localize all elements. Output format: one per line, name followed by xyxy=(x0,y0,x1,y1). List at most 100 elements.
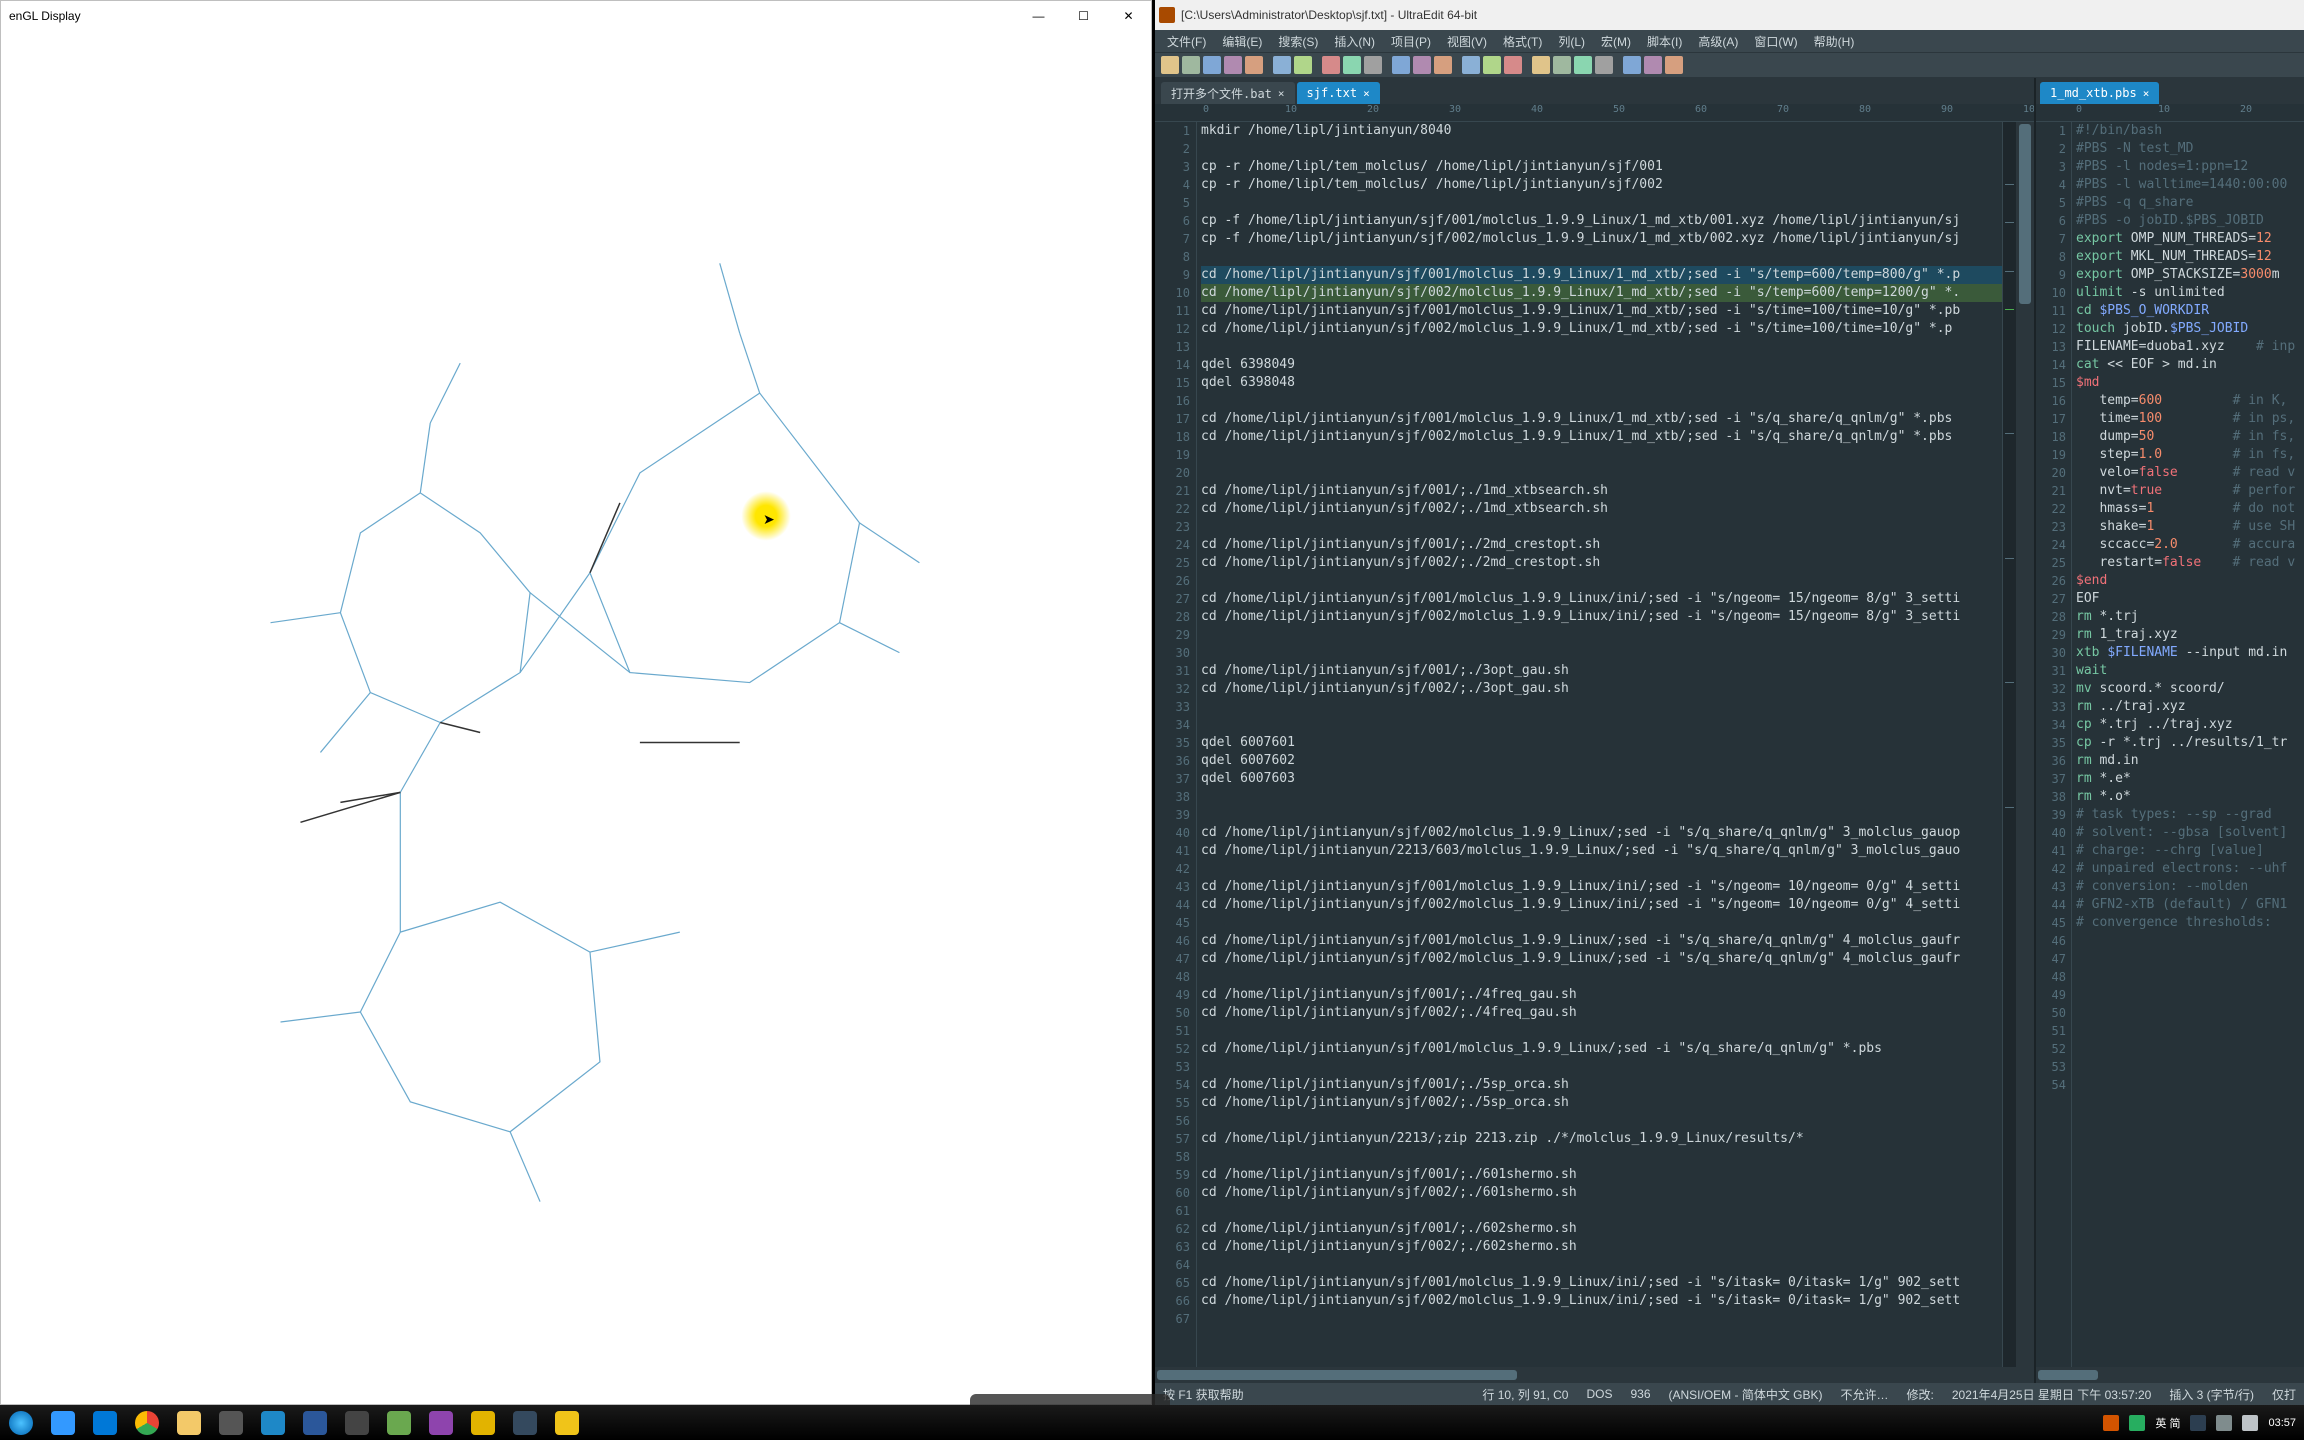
clock[interactable]: 03:57 xyxy=(2268,1417,2296,1429)
tray-icon[interactable] xyxy=(2190,1415,2206,1431)
menu-item[interactable]: 高级(A) xyxy=(1692,31,1744,52)
vscroll-left[interactable] xyxy=(2016,122,2034,1367)
editor-left-pane: 打开多个文件.bat× sjf.txt× 0102030405060708090… xyxy=(1155,78,2034,1383)
menu-item[interactable]: 项目(P) xyxy=(1385,31,1437,52)
toolbar-indent-icon[interactable] xyxy=(1574,56,1592,74)
menu-item[interactable]: 搜索(S) xyxy=(1272,31,1324,52)
tray-icon[interactable] xyxy=(2129,1415,2145,1431)
taskbar-app2-icon[interactable] xyxy=(252,1405,294,1440)
ue-app-icon xyxy=(1159,7,1175,23)
tray-volume-icon[interactable] xyxy=(2242,1415,2258,1431)
toolbar-copy-icon[interactable] xyxy=(1343,56,1361,74)
menu-item[interactable]: 帮助(H) xyxy=(1808,31,1861,52)
menu-item[interactable]: 窗口(W) xyxy=(1748,31,1803,52)
cursor-icon: ➤ xyxy=(763,511,775,528)
toolbar-open-icon[interactable] xyxy=(1182,56,1200,74)
code-right[interactable]: #!/bin/bash#PBS -N test_MD#PBS -l nodes=… xyxy=(2072,122,2304,1367)
tab-close-icon[interactable]: × xyxy=(1363,87,1370,100)
menu-item[interactable]: 视图(V) xyxy=(1441,31,1493,52)
taskbar-edge-icon[interactable] xyxy=(84,1405,126,1440)
status-enc2: (ANSI/OEM - 简体中文 GBK) xyxy=(1669,1386,1823,1403)
ue-titlebar[interactable]: [C:\Users\Administrator\Desktop\sjf.txt]… xyxy=(1155,0,2304,30)
menu-item[interactable]: 插入(N) xyxy=(1328,31,1381,52)
ime-indicator[interactable]: 英 简 xyxy=(2155,1415,2180,1431)
taskbar-app7-icon[interactable] xyxy=(546,1405,588,1440)
toolbar-cut-icon[interactable] xyxy=(1322,56,1340,74)
toolbar-saveall-icon[interactable] xyxy=(1224,56,1242,74)
ultraedit-window: [C:\Users\Administrator\Desktop\sjf.txt]… xyxy=(1155,0,2304,1405)
toolbar-paste-icon[interactable] xyxy=(1364,56,1382,74)
toolbar-save-icon[interactable] xyxy=(1203,56,1221,74)
menu-item[interactable]: 列(L) xyxy=(1552,31,1591,52)
taskbar[interactable]: 英 简 03:57 xyxy=(0,1405,2304,1440)
editor-right-pane: 1_md_xtb.pbs× 01020 12345678910111213141… xyxy=(2034,78,2304,1383)
status-ro: 不允许… xyxy=(1841,1386,1889,1403)
ue-toolbar[interactable] xyxy=(1155,52,2304,78)
taskbar-explorer-icon[interactable] xyxy=(168,1405,210,1440)
taskbar-chrome-icon[interactable] xyxy=(126,1405,168,1440)
opengl-titlebar[interactable]: enGL Display — ☐ ✕ xyxy=(1,1,1151,31)
statusbar: 按 F1 获取帮助 行 10, 列 91, C0 DOS 936 (ANSI/O… xyxy=(1155,1383,2304,1405)
menu-item[interactable]: 文件(F) xyxy=(1161,31,1212,52)
toolbar-about-icon[interactable] xyxy=(1665,56,1683,74)
tab-batchfile[interactable]: 打开多个文件.bat× xyxy=(1161,82,1295,104)
toolbar-prevbm-icon[interactable] xyxy=(1504,56,1522,74)
ruler-left: 0102030405060708090100110120 xyxy=(1155,104,2034,122)
toolbar-find-icon[interactable] xyxy=(1392,56,1410,74)
toolbar-print-icon[interactable] xyxy=(1245,56,1263,74)
status-mod: 修改: xyxy=(1907,1386,1934,1403)
tab-close-icon[interactable]: × xyxy=(2143,87,2150,100)
menu-item[interactable]: 编辑(E) xyxy=(1216,31,1268,52)
gutter-right: 1234567891011121314151617181920212223242… xyxy=(2036,122,2072,1367)
minimap-left[interactable] xyxy=(2002,122,2016,1367)
toolbar-undo-icon[interactable] xyxy=(1273,56,1291,74)
menu-item[interactable]: 脚本(I) xyxy=(1641,31,1688,52)
opengl-window: enGL Display — ☐ ✕ xyxy=(0,0,1152,1405)
minimize-button[interactable]: — xyxy=(1016,2,1061,31)
status-wrap: 仅打 xyxy=(2272,1386,2296,1403)
toolbar-help-icon[interactable] xyxy=(1644,56,1662,74)
menu-item[interactable]: 宏(M) xyxy=(1595,31,1637,52)
close-button[interactable]: ✕ xyxy=(1106,2,1151,31)
opengl-canvas[interactable]: ➤ xyxy=(1,31,1151,1404)
tab-pbs[interactable]: 1_md_xtb.pbs× xyxy=(2040,82,2159,104)
toolbar-sort-icon[interactable] xyxy=(1532,56,1550,74)
tray-icon[interactable] xyxy=(2103,1415,2119,1431)
toolbar-new-icon[interactable] xyxy=(1161,56,1179,74)
toolbar-redo-icon[interactable] xyxy=(1294,56,1312,74)
toolbar-replace-icon[interactable] xyxy=(1413,56,1431,74)
menu-item[interactable]: 格式(T) xyxy=(1497,31,1548,52)
toolbar-bookmark-icon[interactable] xyxy=(1462,56,1480,74)
ue-menubar[interactable]: 文件(F)编辑(E)搜索(S)插入(N)项目(P)视图(V)格式(T)列(L)宏… xyxy=(1155,30,2304,52)
molecule-wireframe xyxy=(1,31,1151,1404)
gutter-left: 1234567891011121314151617181920212223242… xyxy=(1155,122,1197,1367)
status-bytes: 插入 3 (字节/行) xyxy=(2169,1386,2254,1403)
toolbar-goto-icon[interactable] xyxy=(1434,56,1452,74)
taskbar-settings-icon[interactable] xyxy=(336,1405,378,1440)
status-help: 按 F1 获取帮助 xyxy=(1163,1386,1244,1403)
hscroll-left[interactable] xyxy=(1155,1367,2034,1383)
taskbar-app5-icon[interactable] xyxy=(462,1405,504,1440)
tray-network-icon[interactable] xyxy=(2216,1415,2232,1431)
taskbar-app6-icon[interactable] xyxy=(504,1405,546,1440)
start-button[interactable] xyxy=(0,1405,42,1440)
taskbar-app1-icon[interactable] xyxy=(210,1405,252,1440)
status-enc1: DOS xyxy=(1586,1387,1612,1401)
taskbar-app4-icon[interactable] xyxy=(420,1405,462,1440)
status-pos: 行 10, 列 91, C0 xyxy=(1482,1386,1568,1403)
ue-title: [C:\Users\Administrator\Desktop\sjf.txt]… xyxy=(1181,8,1477,22)
code-left[interactable]: mkdir /home/lipl/jintianyun/8040cp -r /h… xyxy=(1197,122,2002,1367)
toolbar-wrap-icon[interactable] xyxy=(1553,56,1571,74)
toolbar-outdent-icon[interactable] xyxy=(1595,56,1613,74)
taskbar-ie-icon[interactable] xyxy=(42,1405,84,1440)
opengl-title: enGL Display xyxy=(9,9,1016,23)
toolbar-nextbm-icon[interactable] xyxy=(1483,56,1501,74)
maximize-button[interactable]: ☐ xyxy=(1061,2,1106,31)
taskbar-app3-icon[interactable] xyxy=(378,1405,420,1440)
tab-sjf[interactable]: sjf.txt× xyxy=(1297,82,1380,104)
taskbar-word-icon[interactable] xyxy=(294,1405,336,1440)
status-codepage: 936 xyxy=(1630,1387,1650,1401)
tab-close-icon[interactable]: × xyxy=(1278,87,1285,100)
hscroll-right[interactable] xyxy=(2036,1367,2304,1383)
toolbar-cfg-icon[interactable] xyxy=(1623,56,1641,74)
